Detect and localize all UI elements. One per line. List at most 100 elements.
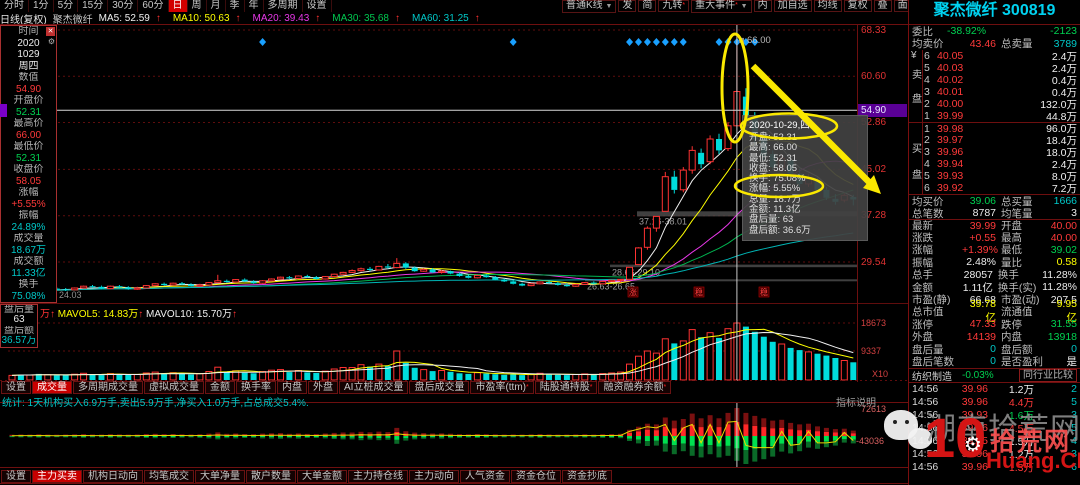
- left-cursor-marker: [0, 104, 7, 117]
- tab-金额[interactable]: 金额: [205, 381, 235, 394]
- lower-tab-主力持仓线[interactable]: 主力持仓线: [348, 470, 408, 483]
- lower-tab-资金抄底[interactable]: 资金抄底: [562, 470, 612, 483]
- ma-value: MA60: 31.25 ↑: [411, 13, 480, 24]
- counts-row: 总笔数 8787 均笔量 3: [912, 207, 1077, 220]
- tool-button[interactable]: 发: [618, 0, 637, 12]
- after-hours-row: 63: [13, 315, 25, 326]
- toolbar-periods: 分时 1分 5分 15分 30分 60分日周月季年多周期 设置: [0, 0, 332, 12]
- tip-row: 18.67万: [10, 244, 47, 256]
- tool-button[interactable]: 内: [753, 0, 772, 12]
- tab-盘后成交量[interactable]: 盘后成交量: [409, 381, 470, 394]
- after-hours-row: 盘后额: [4, 325, 34, 336]
- tab-内盘[interactable]: 内盘: [277, 381, 307, 394]
- tab-市盈率(ttm)[interactable]: 市盈率(ttm)*: [470, 381, 534, 394]
- tool-button[interactable]: 加自选: [773, 0, 812, 12]
- period-tab-30分[interactable]: 30分: [108, 0, 139, 12]
- tab-虚拟成交量[interactable]: 虚拟成交量: [144, 381, 204, 394]
- tooltip-date: 2020-10-29,四: [749, 120, 810, 131]
- main-force-chart[interactable]: [0, 403, 908, 467]
- tip-row: 周四: [18, 60, 39, 72]
- indicator-help-link[interactable]: 指标说明: [836, 394, 876, 409]
- close-icon[interactable]: ✕: [46, 27, 55, 36]
- lower-tab-主力动向[interactable]: 主力动向: [409, 470, 459, 483]
- lower-tab-人气资金[interactable]: 人气资金: [460, 470, 510, 483]
- tab-换手率[interactable]: 换手率: [236, 381, 276, 394]
- tab-成交量[interactable]: 成交量: [32, 381, 72, 394]
- lower-tab-均笔成交[interactable]: 均笔成交: [144, 470, 194, 483]
- bid-row-6[interactable]: 6 39.92 7.2万: [909, 182, 1080, 195]
- volume-scale-2: 9337: [861, 346, 882, 356]
- lower-tab-资金仓位[interactable]: 资金仓位: [511, 470, 561, 483]
- header-divider: [0, 24, 908, 25]
- tip-row: 涨幅: [18, 187, 39, 198]
- tip-row: 54.90: [15, 83, 42, 95]
- data-tip-panel: ✕ ⚙ 时间 2020 1029 周四 数值 54.90 开盘价 52.31 最高价 66.00 最…: [0, 25, 57, 303]
- axis-label: 29.54: [861, 256, 887, 268]
- tool-button[interactable]: 普通K线 ▼: [562, 0, 617, 13]
- ma-value: MA5: 52.59 ↑: [98, 13, 161, 24]
- svg-text:66.00: 66.00: [747, 35, 771, 46]
- volume-x10-label: X10: [872, 369, 889, 379]
- tip-row: 52.31: [15, 152, 42, 164]
- tip-row: 52.31: [15, 106, 42, 118]
- period-tab-季[interactable]: 季: [226, 0, 245, 12]
- tab-设置[interactable]: 设置: [1, 381, 31, 394]
- lower-tab-机构日动向[interactable]: 机构日动向: [83, 470, 143, 483]
- tab-AI立桩成交量[interactable]: AI立桩成交量: [339, 381, 409, 394]
- svg-text:涨: 涨: [629, 287, 637, 297]
- tip-row: 24.89%: [11, 221, 46, 233]
- bid-side-label: 盘: [912, 170, 922, 181]
- tip-row: 收盘价: [13, 164, 44, 175]
- svg-text:28.66-29.10: 28.66-29.10: [612, 267, 660, 277]
- gear-icon[interactable]: ⚙: [48, 37, 55, 46]
- tip-row: 1029: [17, 49, 40, 60]
- tab-外盘[interactable]: 外盘: [308, 381, 338, 394]
- tooltip-row: 盘后额: 36.6万: [749, 224, 811, 236]
- tool-button[interactable]: 叠: [873, 0, 892, 12]
- tab-融资融券余额[interactable]: 融资融券余额*: [598, 381, 672, 394]
- period-tab-周[interactable]: 周: [188, 0, 207, 12]
- mavol10-label: MAVOL10: 15.70万: [145, 309, 232, 320]
- ma-value: MA30: 35.68 ↑: [332, 13, 400, 24]
- period-tab-60分[interactable]: 60分: [138, 0, 169, 12]
- ask-side-label: 卖: [912, 70, 922, 81]
- industry-compare-link[interactable]: 同行业比较: [1019, 368, 1077, 382]
- axis-label: 60.60: [861, 70, 887, 82]
- period-tab-年[interactable]: 年: [245, 0, 264, 12]
- up-arrow-icon: ↑: [138, 309, 144, 320]
- svg-text:稳: 稳: [760, 287, 768, 297]
- svg-text:稳: 稳: [695, 287, 703, 297]
- lower-tab-主力买卖[interactable]: 主力买卖: [32, 470, 82, 483]
- ma-header: 日线(复权) 聚杰微纤 MA5: 52.59 ↑ MA10: 50.63 ↑ MA20: 3…: [0, 13, 492, 26]
- quote-panel: 聚杰微纤 300819 委比 -38.92% -2123 均卖价 43.46 总卖量 3789…: [908, 0, 1080, 485]
- lower-tab-大单金额[interactable]: 大单金额: [297, 470, 347, 483]
- period-tab-设置[interactable]: 设置: [303, 0, 332, 12]
- lower-tab-散户数量[interactable]: 散户数量: [246, 470, 296, 483]
- tool-button[interactable]: 九转*: [658, 0, 690, 12]
- yen-label: ¥: [911, 50, 917, 61]
- up-arrow-icon: ↑: [50, 309, 55, 320]
- vol-unit-label: 万: [40, 309, 50, 320]
- after-hours-row: 36.57万: [1, 335, 37, 346]
- tip-row: 75.08%: [11, 290, 46, 302]
- tick-row[interactable]: 14:56 39.96 1.3万 6: [909, 461, 1080, 474]
- mavol5-label: MAVOL5: 14.83万: [57, 309, 139, 320]
- tab-多周期成交量[interactable]: 多周期成交量: [73, 381, 143, 394]
- tool-button[interactable]: 均线: [813, 0, 842, 12]
- ma-value: MA20: 39.43 ↑: [252, 13, 321, 24]
- period-tab-日[interactable]: 日: [168, 0, 188, 12]
- tool-button[interactable]: 简: [638, 0, 657, 12]
- tip-row: 开盘价: [13, 95, 44, 106]
- lower-tab-设置[interactable]: 设置: [1, 470, 31, 483]
- ma-value: MA10: 50.63 ↑: [172, 13, 241, 24]
- period-tab-月[interactable]: 月: [207, 0, 226, 12]
- tool-button[interactable]: 复权: [843, 0, 872, 12]
- period-tab-多周期[interactable]: 多周期: [264, 0, 303, 12]
- tab-陆股通持股[interactable]: 陆股通持股*: [534, 381, 598, 394]
- stock-title: 聚杰微纤 300819: [933, 2, 1056, 19]
- sector-row: 纺织制造 -0.03% 同行业比较: [909, 367, 1080, 383]
- pane-divider-2: [0, 467, 908, 468]
- tool-button[interactable]: 重大事件* ▼: [691, 0, 752, 13]
- lower-tab-大单净量[interactable]: 大单净量: [195, 470, 245, 483]
- tip-row: 58.05: [15, 175, 42, 187]
